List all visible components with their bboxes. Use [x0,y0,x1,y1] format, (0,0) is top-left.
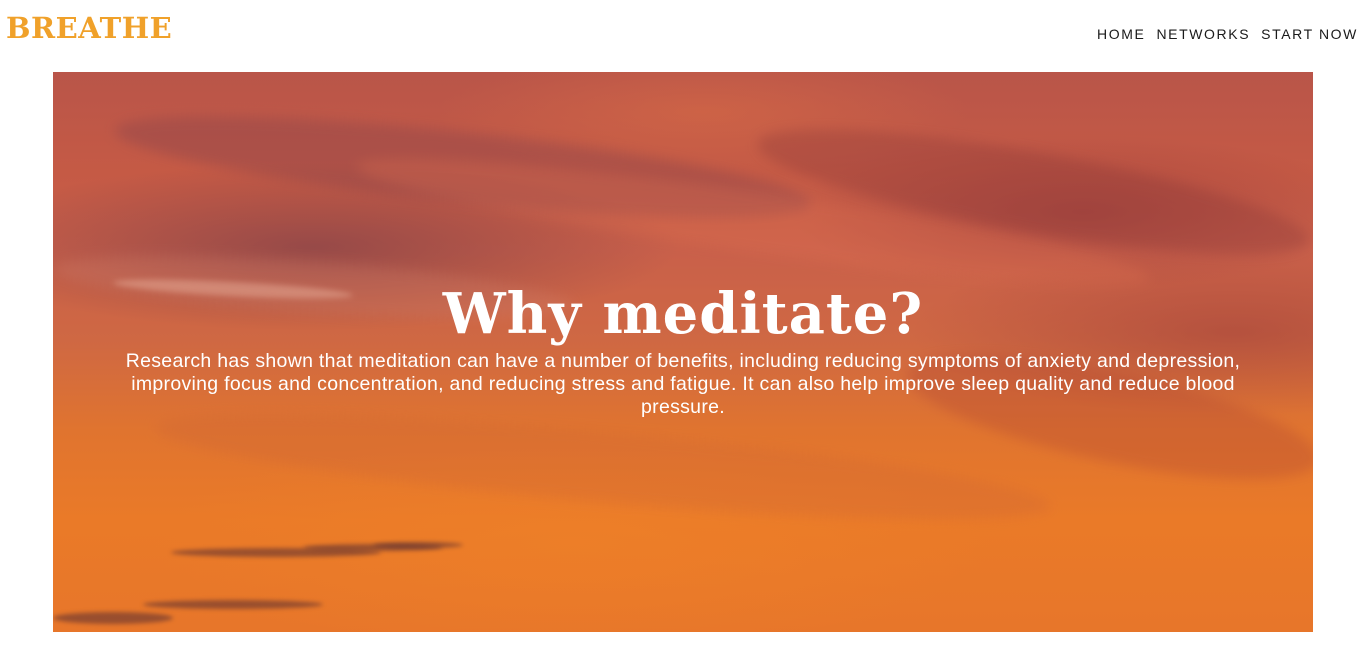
hero-description: Research has shown that meditation can h… [125,350,1241,418]
site-header: BREATHE HOME NETWORKS START NOW [0,0,1365,72]
nav-networks-link[interactable]: NETWORKS [1156,26,1250,42]
main-nav: HOME NETWORKS START NOW [1097,26,1358,42]
hero-title: Why meditate? [442,281,924,347]
hero-banner: Why meditate? Research has shown that me… [53,72,1313,632]
nav-start-now-link[interactable]: START NOW [1261,26,1358,42]
hero-content: Why meditate? Research has shown that me… [53,282,1313,419]
brand-logo[interactable]: BREATHE [6,14,172,43]
nav-home-link[interactable]: HOME [1097,26,1145,42]
